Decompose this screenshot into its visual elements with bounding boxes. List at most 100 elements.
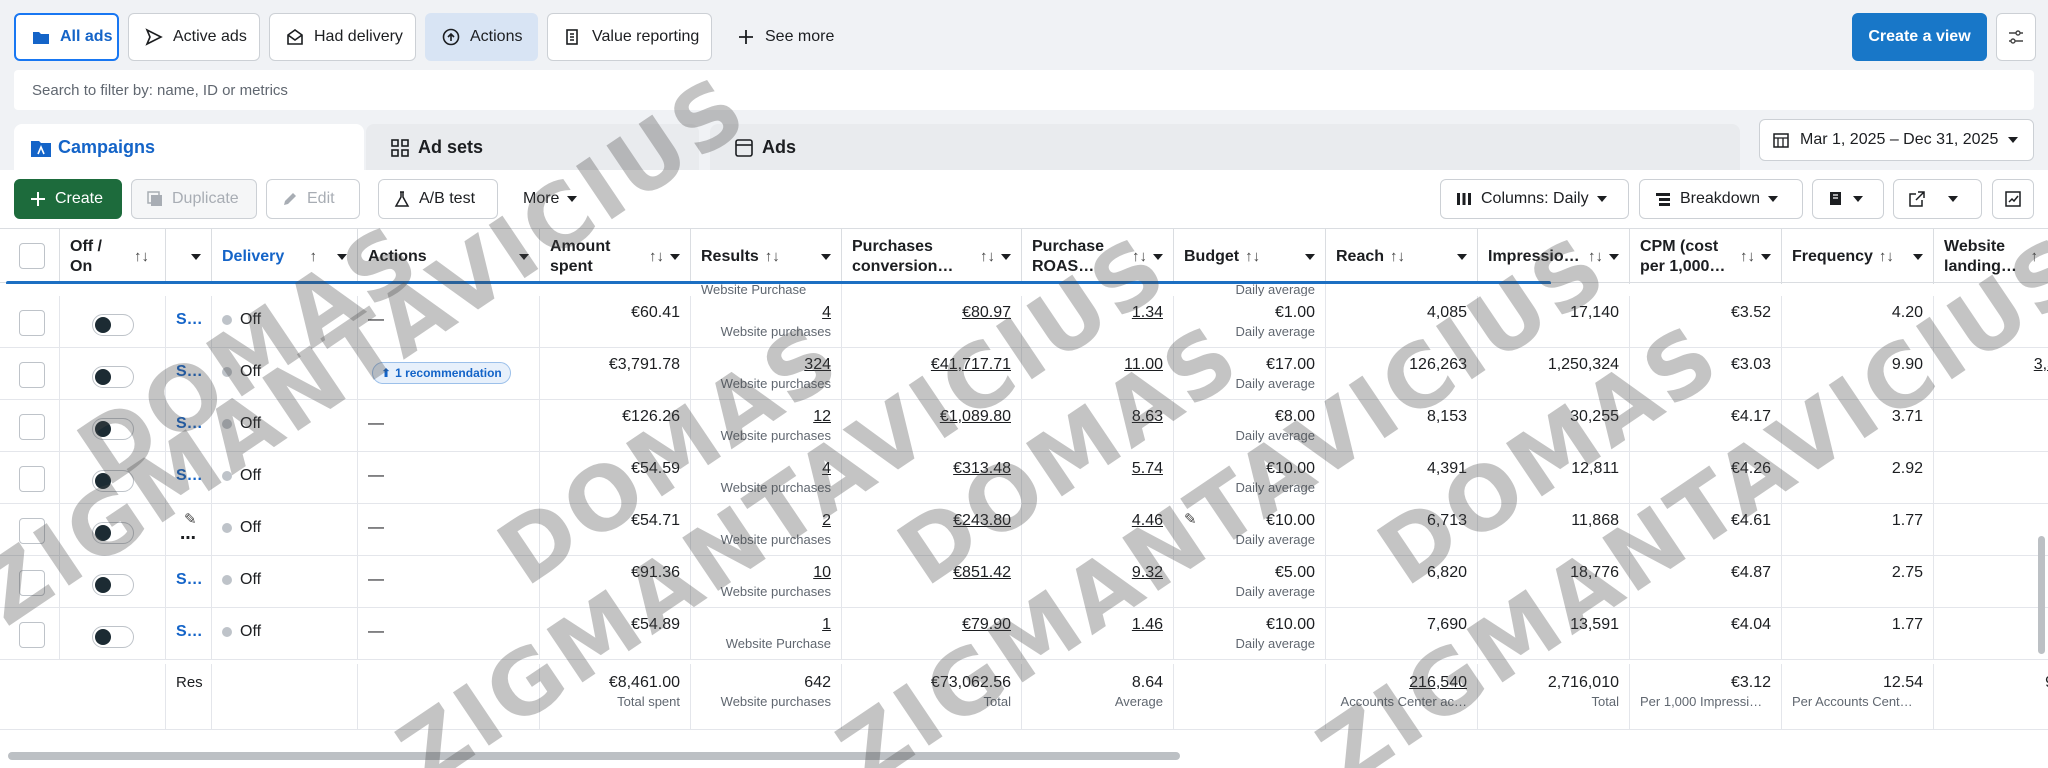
- more-button[interactable]: More: [508, 179, 590, 219]
- sort-icon: ↑↓: [1740, 247, 1755, 265]
- table-row[interactable]: S… Off — €91.36 10 Website purchases €851.42 9.…: [0, 556, 2048, 608]
- col-name[interactable]: [166, 229, 212, 284]
- campaign-toggle[interactable]: [92, 522, 134, 544]
- col-purchase-roas[interactable]: Purchase ROAS… ↑↓: [1022, 229, 1174, 284]
- col-purchases-conversion[interactable]: Purchases conversion… ↑↓: [842, 229, 1022, 284]
- view-all-ads[interactable]: All ads: [14, 13, 119, 61]
- frequency: 3.71: [1782, 400, 1934, 452]
- row-checkbox[interactable]: [19, 362, 45, 388]
- horizontal-scrollbar[interactable]: [8, 752, 1180, 760]
- view-settings-button[interactable]: [1996, 13, 2036, 61]
- delivery-status: Off: [222, 571, 261, 589]
- col-off-on[interactable]: Off / On ↑↓: [60, 229, 166, 284]
- campaign-name-link[interactable]: S…: [176, 311, 203, 329]
- impressions: 1,250,324: [1478, 348, 1630, 400]
- col-budget[interactable]: Budget ↑↓: [1174, 229, 1326, 284]
- vertical-scrollbar[interactable]: [2038, 536, 2045, 654]
- amount-spent: €126.26: [540, 400, 691, 452]
- plus-icon: [737, 28, 755, 46]
- col-delivery[interactable]: Delivery ↑: [212, 229, 358, 284]
- tab-campaigns[interactable]: Campaigns: [14, 124, 364, 170]
- tab-ad-sets[interactable]: Ad sets: [374, 124, 694, 170]
- tab-ads[interactable]: Ads: [718, 124, 1018, 170]
- table-row[interactable]: ✎ ⋯ Off — €54.71 2 Website purchases €243.80 4.4…: [0, 504, 2048, 556]
- row-checkbox[interactable]: [19, 466, 45, 492]
- delivery-status: Off: [222, 415, 261, 433]
- send-icon: [145, 28, 163, 46]
- col-reach[interactable]: Reach ↑↓: [1326, 229, 1478, 284]
- chevron-down-icon: [191, 253, 201, 260]
- total-conversion: €73,062.56 Total: [842, 664, 1022, 730]
- row-checkbox[interactable]: [19, 570, 45, 596]
- col-impressions[interactable]: Impressio… ↑↓: [1478, 229, 1630, 284]
- sort-icon: ↑↓: [1878, 247, 1894, 265]
- purchases-conversion: €243.80: [842, 504, 1022, 556]
- columns-button[interactable]: Columns: Daily: [1440, 179, 1629, 219]
- ads-manager: All ads Active ads Had delivery Actions …: [0, 0, 2048, 768]
- search-input[interactable]: Search to filter by: name, ID or metrics: [14, 70, 2034, 110]
- campaign-toggle[interactable]: [92, 574, 134, 596]
- status-dot-icon: [222, 575, 232, 585]
- campaign-toggle[interactable]: [92, 626, 134, 648]
- export-button[interactable]: [1893, 179, 1982, 219]
- ab-test-button[interactable]: A/B test: [378, 179, 498, 219]
- campaign-toggle[interactable]: [92, 314, 134, 336]
- budget: €5.00 Daily average: [1174, 556, 1326, 608]
- col-actions[interactable]: Actions: [358, 229, 540, 284]
- website-landing: 3,3: [2033, 356, 2048, 373]
- table-row[interactable]: S… Off — €60.41 4 Website purchases €80.97 1.34…: [0, 296, 2048, 348]
- pencil-icon[interactable]: ✎: [1184, 510, 1197, 528]
- breakdown-button[interactable]: Breakdown: [1639, 179, 1803, 219]
- table-row[interactable]: S… Off — €54.59 4 Website purchases €313.48 5.7…: [0, 452, 2048, 504]
- row-checkbox[interactable]: [19, 414, 45, 440]
- reports-button[interactable]: [1812, 179, 1884, 219]
- table-row[interactable]: S… Off — €54.89 1 Website Purchase €79.90 1.46 €…: [0, 608, 2048, 660]
- view-active-ads[interactable]: Active ads: [128, 13, 260, 61]
- view-had-delivery[interactable]: Had delivery: [269, 13, 416, 61]
- row-checkbox[interactable]: [19, 310, 45, 336]
- view-value-reporting[interactable]: Value reporting: [547, 13, 712, 61]
- select-all-checkbox[interactable]: [19, 243, 45, 269]
- campaign-toggle[interactable]: [92, 470, 134, 492]
- table-row[interactable]: S… Off ⬆ 1 recommendation €3,791.78 324 Websit…: [0, 348, 2048, 400]
- chart-toggle-button[interactable]: [1992, 179, 2034, 219]
- more-options-icon[interactable]: ⋯: [180, 528, 196, 548]
- recommendation-badge[interactable]: ⬆ 1 recommendation: [372, 362, 511, 384]
- row-checkbox[interactable]: [19, 518, 45, 544]
- edit-button[interactable]: Edit: [266, 179, 360, 219]
- sort-icon: ↑↓: [1132, 247, 1147, 265]
- campaign-name-link[interactable]: S…: [176, 571, 203, 589]
- cpm: €4.87: [1630, 556, 1782, 608]
- campaign-name-link[interactable]: S…: [176, 467, 203, 485]
- duplicate-button[interactable]: Duplicate: [131, 179, 257, 219]
- purchases-conversion: €313.48: [842, 452, 1022, 504]
- campaign-name-link[interactable]: S…: [176, 363, 203, 381]
- col-results[interactable]: Results ↑↓: [691, 229, 842, 284]
- col-frequency[interactable]: Frequency ↑↓: [1782, 229, 1934, 284]
- status-dot-icon: [222, 367, 232, 377]
- row-checkbox[interactable]: [19, 622, 45, 648]
- budget: ✎ €10.00 Daily average: [1174, 504, 1326, 556]
- frequency: 4.20: [1782, 296, 1934, 348]
- col-cpm[interactable]: CPM (cost per 1,000… ↑↓: [1630, 229, 1782, 284]
- cpm: €3.03: [1630, 348, 1782, 400]
- col-website-landing[interactable]: Website landing… ↑: [1934, 229, 2048, 284]
- no-action: —: [368, 311, 384, 328]
- campaign-toggle[interactable]: [92, 418, 134, 440]
- folder-icon: [32, 28, 50, 46]
- create-button[interactable]: Create: [14, 179, 122, 219]
- table-row[interactable]: S… Off — €126.26 12 Website purchases €1,089.8…: [0, 400, 2048, 452]
- campaign-name-link[interactable]: S…: [176, 415, 203, 433]
- campaign-name-link[interactable]: S…: [176, 623, 203, 641]
- campaign-toggle[interactable]: [92, 366, 134, 388]
- date-range-picker[interactable]: Mar 1, 2025 – Dec 31, 2025: [1759, 119, 2034, 161]
- cpm: €4.61: [1630, 504, 1782, 556]
- col-amount-spent[interactable]: Amount spent ↑↓: [540, 229, 691, 284]
- no-action: —: [368, 467, 384, 484]
- view-actions[interactable]: Actions: [425, 13, 538, 61]
- results: 12 Website purchases: [691, 400, 842, 452]
- create-view-button[interactable]: Create a view: [1852, 13, 1987, 61]
- pencil-icon[interactable]: ✎: [184, 510, 197, 528]
- impressions: 12,811: [1478, 452, 1630, 504]
- see-more-button[interactable]: See more: [720, 13, 840, 61]
